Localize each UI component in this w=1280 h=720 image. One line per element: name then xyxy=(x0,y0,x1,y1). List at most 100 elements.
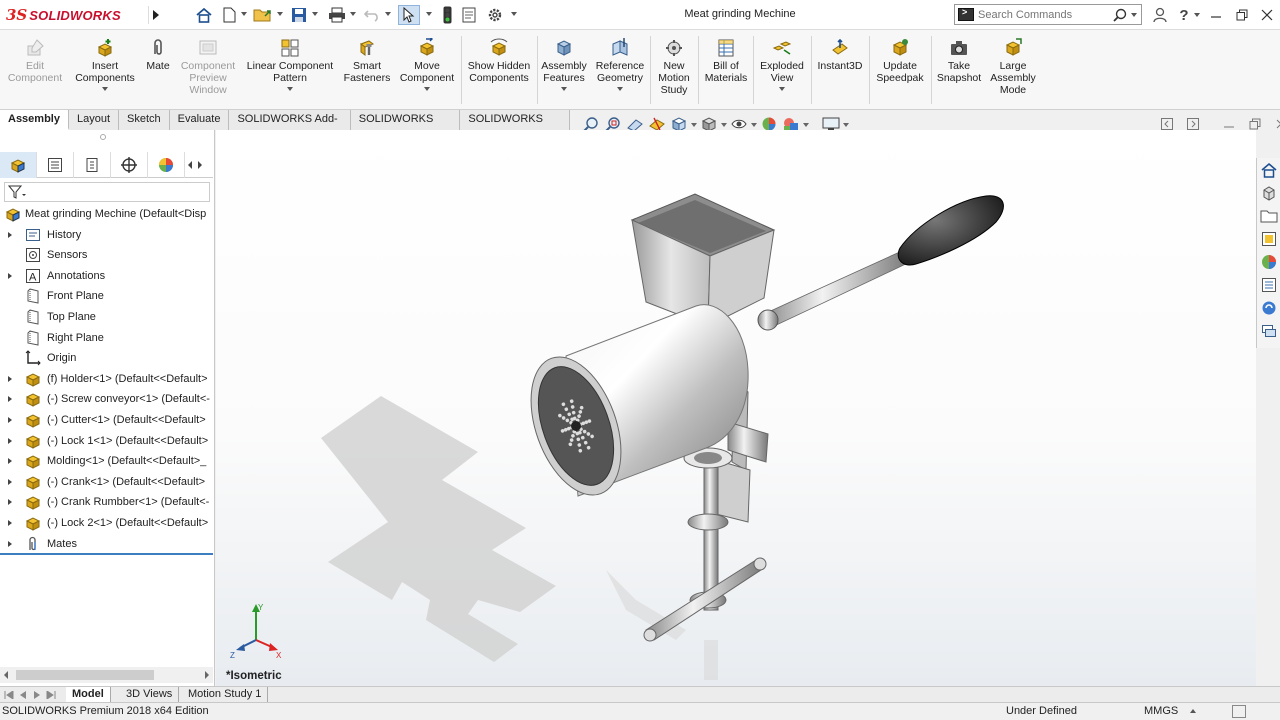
dropdown-arrow-icon[interactable] xyxy=(287,87,293,91)
dropdown-arrow-icon[interactable] xyxy=(424,87,430,91)
solidworks-forum-icon[interactable] xyxy=(1258,297,1280,319)
solidworks-resources-home-icon[interactable] xyxy=(1258,159,1280,181)
expand-arrow-icon[interactable] xyxy=(8,416,12,423)
search-dropdown-icon[interactable] xyxy=(1131,13,1137,17)
undo-icon[interactable] xyxy=(362,5,382,25)
dimxpert-manager-icon[interactable] xyxy=(111,152,148,178)
insert-components-button[interactable]: Insert Components xyxy=(70,38,140,91)
reference-geometry-button[interactable]: Reference Geometry xyxy=(592,38,648,91)
new-motion-study-button[interactable]: New Motion Study xyxy=(653,38,695,96)
previous-tab-icon[interactable] xyxy=(16,689,30,701)
minimize-icon[interactable] xyxy=(1206,5,1226,25)
tree-item[interactable]: Front Plane xyxy=(0,286,213,307)
help-dropdown-icon[interactable] xyxy=(1194,13,1200,17)
view-palette-icon[interactable] xyxy=(1258,228,1280,250)
expand-arrow-icon[interactable] xyxy=(8,478,12,485)
expand-arrow-icon[interactable] xyxy=(8,540,12,547)
scrollbar-thumb[interactable] xyxy=(16,670,154,680)
dropdown-arrow-icon[interactable] xyxy=(617,87,623,91)
large-assembly-mode-button[interactable]: Large Assembly Mode xyxy=(986,38,1040,96)
tree-item[interactable]: Origin xyxy=(0,348,213,369)
open-folder-icon[interactable] xyxy=(252,5,274,25)
feature-manager-tree-icon[interactable] xyxy=(0,152,37,178)
edit-component-button[interactable]: Edit Component xyxy=(4,38,66,84)
file-properties-icon[interactable] xyxy=(460,5,478,25)
expand-arrow-icon[interactable] xyxy=(8,396,12,403)
panel-scroll-right-icon[interactable] xyxy=(198,160,202,169)
save-icon[interactable] xyxy=(289,5,309,25)
tree-item[interactable]: History xyxy=(0,225,213,246)
first-tab-icon[interactable] xyxy=(2,689,16,701)
dropdown-arrow-icon[interactable] xyxy=(779,87,785,91)
close-icon[interactable] xyxy=(1257,5,1277,25)
move-component-button[interactable]: Move Component xyxy=(396,38,458,91)
assembly-features-button[interactable]: Assembly Features xyxy=(540,38,588,91)
filter-funnel-icon[interactable] xyxy=(8,185,26,200)
tree-item[interactable]: Mates xyxy=(0,534,213,555)
options-dropdown-icon[interactable] xyxy=(511,12,517,16)
options-gear-icon[interactable] xyxy=(486,5,504,25)
scroll-right-icon[interactable] xyxy=(205,671,209,679)
tab-sketch[interactable]: Sketch xyxy=(119,110,170,130)
user-account-icon[interactable] xyxy=(1150,5,1170,25)
restore-icon[interactable] xyxy=(1232,5,1252,25)
expand-arrow-icon[interactable] xyxy=(8,499,12,506)
custom-properties-icon[interactable] xyxy=(1258,274,1280,296)
tab-layout[interactable]: Layout xyxy=(68,110,120,130)
tree-root-assembly[interactable]: Meat grinding Mechine (Default<Disp xyxy=(0,204,213,225)
tree-filter[interactable] xyxy=(4,182,210,202)
tree-item[interactable]: Right Plane xyxy=(0,328,213,349)
tab-assembly[interactable]: Assembly xyxy=(0,110,69,130)
tree-item[interactable]: Molding<1> (Default<<Default>_ xyxy=(0,451,213,472)
exploded-view-button[interactable]: Exploded View xyxy=(756,38,808,91)
display-manager-icon[interactable] xyxy=(148,152,185,178)
expand-arrow-icon[interactable] xyxy=(8,375,12,382)
customize-status-icon[interactable] xyxy=(1232,705,1246,718)
design-library-icon[interactable] xyxy=(1258,182,1280,204)
tree-item[interactable]: (-) Crank<1> (Default<<Default> xyxy=(0,472,213,493)
help-icon[interactable]: ? xyxy=(1174,5,1194,25)
new-dropdown-icon[interactable] xyxy=(241,12,247,16)
graphics-area[interactable]: Y X Z *Isometric xyxy=(216,130,1256,686)
dropdown-arrow-icon[interactable] xyxy=(102,87,108,91)
tab-solidworks-mbd[interactable]: SOLIDWORKS MBD xyxy=(350,110,461,144)
mate-button[interactable]: Mate xyxy=(142,38,174,72)
panel-grip-icon[interactable] xyxy=(100,134,106,140)
tab-evaluate[interactable]: Evaluate xyxy=(169,110,230,130)
menu-expand-arrow-icon[interactable] xyxy=(148,6,162,24)
panel-scroll-left-icon[interactable] xyxy=(188,160,192,169)
print-dropdown-icon[interactable] xyxy=(350,12,356,16)
tree-item[interactable]: Sensors xyxy=(0,245,213,266)
component-preview-window-button[interactable]: Component Preview Window xyxy=(176,38,240,96)
tab-3d-views[interactable]: 3D Views xyxy=(120,687,180,702)
dropdown-arrow-icon[interactable] xyxy=(561,87,567,91)
last-tab-icon[interactable] xyxy=(44,689,58,701)
expand-arrow-icon[interactable] xyxy=(8,437,12,444)
smart-fasteners-button[interactable]: Smart Fasteners xyxy=(340,38,394,84)
update-speedpak-button[interactable]: Update Speedpak xyxy=(872,38,928,84)
tab-solidworks-addins[interactable]: SOLIDWORKS Add-Ins xyxy=(229,110,351,144)
units-menu-icon[interactable] xyxy=(1190,709,1196,713)
solidworks-logo[interactable]: 3S SOLIDWORKS xyxy=(6,6,121,24)
tree-item[interactable]: (-) Cutter<1> (Default<<Default> xyxy=(0,410,213,431)
tree-item[interactable]: (-) Lock 1<1> (Default<<Default> xyxy=(0,431,213,452)
expand-arrow-icon[interactable] xyxy=(8,272,12,279)
rebuild-traffic-light-icon[interactable] xyxy=(440,5,454,25)
scroll-left-icon[interactable] xyxy=(4,671,8,679)
take-snapshot-button[interactable]: Take Snapshot xyxy=(934,38,984,84)
tab-motion-study-1[interactable]: Motion Study 1 xyxy=(182,687,269,702)
configuration-manager-icon[interactable] xyxy=(74,152,111,178)
bill-of-materials-button[interactable]: Bill of Materials xyxy=(702,38,750,84)
tree-horizontal-scrollbar[interactable] xyxy=(0,667,213,683)
select-cursor-icon[interactable] xyxy=(398,5,420,25)
linear-component-pattern-button[interactable]: Linear Component Pattern xyxy=(243,38,337,91)
expand-arrow-icon[interactable] xyxy=(8,458,12,465)
tree-item[interactable]: Top Plane xyxy=(0,307,213,328)
meat-grinder-model[interactable] xyxy=(216,130,1256,686)
undo-dropdown-icon[interactable] xyxy=(385,12,391,16)
instant3d-button[interactable]: Instant3D xyxy=(814,38,866,72)
expand-arrow-icon[interactable] xyxy=(8,519,12,526)
tree-item[interactable]: A Annotations xyxy=(0,266,213,287)
select-dropdown-icon[interactable] xyxy=(426,12,432,16)
search-icon[interactable] xyxy=(1113,8,1127,22)
